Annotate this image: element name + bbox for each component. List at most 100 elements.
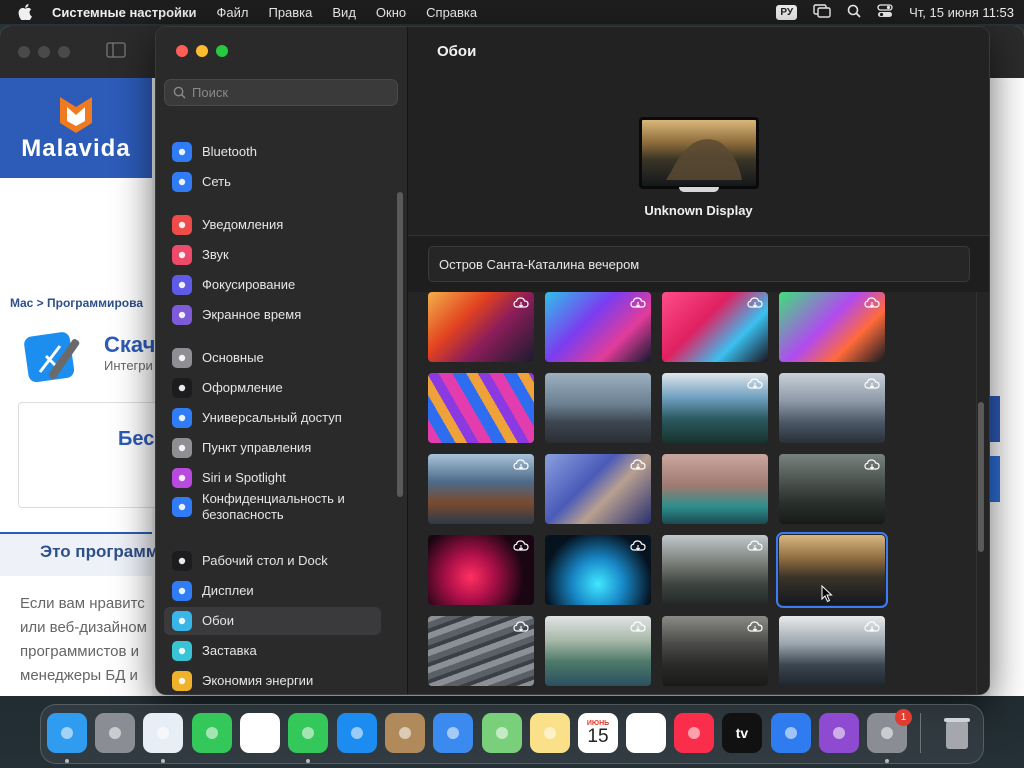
wallpaper-thumbnail[interactable] <box>545 373 651 443</box>
search-field[interactable]: Поиск <box>164 79 398 106</box>
site-logo[interactable]: Malavida <box>0 78 152 178</box>
menu-edit[interactable]: Правка <box>268 5 312 20</box>
blue-button-fragment[interactable] <box>990 396 1000 442</box>
sidebar-item[interactable]: Универсальный доступ <box>164 404 381 432</box>
sidebar-item[interactable]: Пункт управления <box>164 434 381 462</box>
display-preview[interactable] <box>639 117 759 189</box>
close-button[interactable] <box>18 46 30 58</box>
keynote-icon[interactable] <box>771 713 811 753</box>
music-icon[interactable] <box>674 713 714 753</box>
reminders-icon[interactable] <box>626 713 666 753</box>
wallpaper-thumbnail[interactable] <box>662 373 768 443</box>
maps-icon[interactable] <box>482 713 522 753</box>
download-cloud-icon[interactable] <box>630 458 646 476</box>
wallpaper-thumbnail[interactable] <box>428 454 534 524</box>
blue-button-fragment-2[interactable] <box>990 456 1000 502</box>
zoom-button[interactable] <box>58 46 70 58</box>
download-cloud-icon[interactable] <box>747 296 763 314</box>
sidebar-item[interactable]: Обои <box>164 607 381 635</box>
sidebar-item[interactable]: Фокусирование <box>164 271 381 299</box>
launchpad-icon[interactable] <box>95 713 135 753</box>
search-icon[interactable] <box>847 4 861 21</box>
download-cloud-icon[interactable] <box>513 458 529 476</box>
download-cloud-icon[interactable] <box>864 620 880 638</box>
download-cloud-icon[interactable] <box>864 296 880 314</box>
sidebar-item[interactable]: Сеть <box>164 168 381 196</box>
wallpaper-thumbnail[interactable] <box>779 454 885 524</box>
menu-help[interactable]: Справка <box>426 5 477 20</box>
screen-mirroring-icon[interactable] <box>813 3 831 21</box>
trash-icon[interactable] <box>937 713 977 753</box>
wallpaper-thumbnail[interactable] <box>662 616 768 686</box>
podcasts-icon[interactable] <box>819 713 859 753</box>
sidebar-item[interactable]: Дисплеи <box>164 577 381 605</box>
zoom-button[interactable] <box>216 45 228 57</box>
calendar-icon[interactable]: ИЮНЬ 15 <box>578 713 618 753</box>
download-cloud-icon[interactable] <box>864 458 880 476</box>
sidebar-item[interactable]: Экономия энергии <box>164 667 381 694</box>
download-cloud-icon[interactable] <box>630 296 646 314</box>
input-source-indicator[interactable]: РУ <box>776 4 798 20</box>
close-button[interactable] <box>176 45 188 57</box>
sidebar-scrollbar[interactable] <box>397 192 403 497</box>
menu-app-name[interactable]: Системные настройки <box>52 5 197 20</box>
sidebar-item[interactable]: Оформление <box>164 374 381 402</box>
minimize-button[interactable] <box>196 45 208 57</box>
photos-icon[interactable] <box>240 713 280 753</box>
main-scrollbar[interactable] <box>978 402 984 552</box>
wallpaper-thumbnail[interactable] <box>428 616 534 686</box>
sidebar-item[interactable]: Рабочий стол и Dock <box>164 547 381 575</box>
download-cloud-icon[interactable] <box>630 620 646 638</box>
wallpaper-thumbnail[interactable] <box>662 292 768 362</box>
wallpaper-thumbnail[interactable] <box>779 292 885 362</box>
wallpaper-thumbnail[interactable] <box>545 292 651 362</box>
download-cloud-icon[interactable] <box>513 620 529 638</box>
sidebar-item[interactable]: Уведомления <box>164 211 381 239</box>
download-button-frame[interactable] <box>18 402 158 508</box>
wallpaper-thumbnail[interactable] <box>428 292 534 362</box>
notes-icon[interactable] <box>530 713 570 753</box>
sidebar-item-label: Основные <box>202 350 264 365</box>
minimize-button[interactable] <box>38 46 50 58</box>
download-cloud-icon[interactable] <box>513 296 529 314</box>
sidebar-toggle-icon[interactable] <box>106 41 126 63</box>
menu-window[interactable]: Окно <box>376 5 406 20</box>
wallpaper-thumbnail[interactable] <box>779 616 885 686</box>
wallpaper-thumbnail[interactable] <box>779 373 885 443</box>
menu-file[interactable]: Файл <box>217 5 249 20</box>
wallpaper-thumbnail[interactable] <box>662 454 768 524</box>
menu-clock[interactable]: Чт, 15 июня 11:53 <box>909 5 1014 20</box>
wallpaper-thumbnail[interactable] <box>428 535 534 605</box>
safari-icon[interactable] <box>143 713 183 753</box>
sidebar-item[interactable]: Конфиденциальность и безопасность <box>164 490 381 524</box>
tv-icon[interactable]: tv <box>722 713 762 753</box>
sidebar-item[interactable]: Заставка <box>164 637 381 665</box>
apple-menu-icon[interactable] <box>18 4 36 20</box>
sidebar-item[interactable]: Основные <box>164 344 381 372</box>
download-cloud-icon[interactable] <box>747 539 763 557</box>
control-center-icon[interactable] <box>877 3 893 21</box>
mail-icon[interactable] <box>433 713 473 753</box>
sidebar-item[interactable]: Siri и Spotlight <box>164 464 381 492</box>
wallpaper-thumbnail[interactable] <box>545 535 651 605</box>
finder-icon[interactable] <box>47 713 87 753</box>
free-download-label[interactable]: Бес <box>118 428 154 451</box>
facetime-icon[interactable] <box>288 713 328 753</box>
download-cloud-icon[interactable] <box>747 377 763 395</box>
app-store-icon[interactable] <box>337 713 377 753</box>
sidebar-item[interactable]: Экранное время <box>164 301 381 329</box>
breadcrumb[interactable]: Mac > Программирова <box>10 296 143 310</box>
wallpaper-thumbnail[interactable] <box>662 535 768 605</box>
wallpaper-thumbnail[interactable] <box>545 454 651 524</box>
download-cloud-icon[interactable] <box>747 620 763 638</box>
wallpaper-thumbnail[interactable] <box>545 616 651 686</box>
sidebar-item[interactable]: Bluetooth <box>164 138 381 166</box>
download-cloud-icon[interactable] <box>513 539 529 557</box>
sidebar-item[interactable]: Звук <box>164 241 381 269</box>
messages-icon[interactable] <box>192 713 232 753</box>
wallpaper-thumbnail[interactable] <box>428 373 534 443</box>
contacts-icon[interactable] <box>385 713 425 753</box>
menu-view[interactable]: Вид <box>332 5 356 20</box>
download-cloud-icon[interactable] <box>864 377 880 395</box>
download-cloud-icon[interactable] <box>630 539 646 557</box>
